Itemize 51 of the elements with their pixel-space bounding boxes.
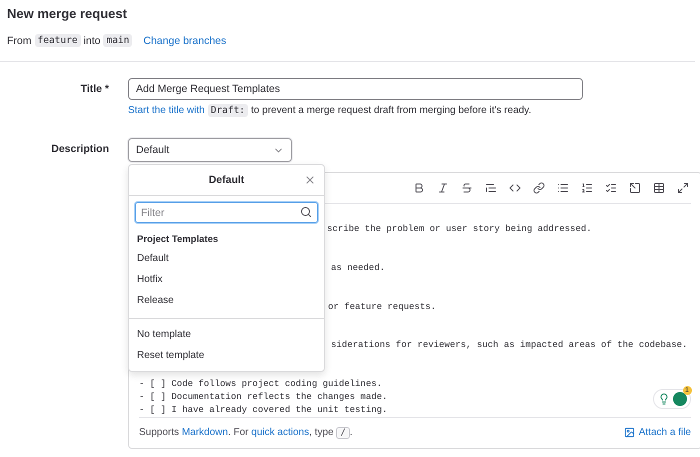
task-list-button[interactable]: [605, 182, 617, 194]
italic-button[interactable]: [437, 182, 449, 194]
filter-field[interactable]: Filter: [135, 202, 318, 223]
editor-line: or feature requests.: [328, 300, 436, 314]
bold-button[interactable]: [413, 182, 425, 194]
quote-button[interactable]: [485, 182, 497, 194]
section-heading: Project Templates: [136, 233, 220, 247]
branch-name: main: [103, 34, 132, 47]
template-item[interactable]: Release: [129, 291, 324, 312]
hint-code: Draft:: [208, 104, 248, 117]
editor-line: - [ ] Documentation reflects the changes made.: [139, 390, 388, 404]
fullscreen-button[interactable]: [677, 182, 689, 194]
attach-file-link[interactable]: Attach a file: [624, 427, 691, 438]
template-action[interactable]: No template: [129, 325, 324, 346]
collapsible-button[interactable]: [629, 182, 641, 194]
editor-line: as needed.: [331, 262, 386, 275]
template-item[interactable]: Hotfix: [129, 270, 324, 291]
key-hint: /: [336, 426, 350, 439]
branch-text: From: [7, 34, 32, 46]
template-select[interactable]: Default: [128, 138, 292, 162]
image-icon: [624, 427, 635, 438]
branch-text: into: [84, 34, 100, 46]
template-item[interactable]: Default: [129, 249, 324, 270]
quick-actions-link[interactable]: quick actions: [251, 427, 310, 438]
footer-text: . For: [228, 427, 250, 438]
strikethrough-button[interactable]: [461, 182, 473, 194]
title-input[interactable]: Add Merge Request Templates: [128, 78, 583, 100]
close-button[interactable]: [304, 174, 316, 186]
field-label: Title *: [80, 82, 109, 95]
branch-name: feature: [34, 34, 81, 47]
footer-text: , type: [309, 427, 335, 438]
page-title: New merge request: [7, 6, 128, 22]
search-icon: [300, 206, 312, 218]
editor-line: scribe the problem or user story being addressed.: [327, 223, 592, 236]
footer-text: .: [350, 427, 353, 438]
editor-line: - [ ] Code follows project coding guidelines.: [139, 378, 382, 391]
hint-link[interactable]: Start the title with: [128, 105, 205, 116]
numbered-list-button[interactable]: [581, 182, 593, 194]
template-action[interactable]: Reset template: [129, 346, 324, 367]
link-button[interactable]: [533, 182, 545, 194]
field-label: Description: [50, 142, 109, 155]
code-button[interactable]: [509, 182, 521, 194]
table-button[interactable]: [653, 182, 665, 194]
footer-text: Supports: [139, 427, 180, 438]
markdown-link[interactable]: Markdown: [182, 427, 228, 438]
editor-line: - [ ] I have already covered the unit testing.: [139, 404, 388, 417]
change-branches-link[interactable]: Change branches: [143, 34, 226, 46]
editor-line: siderations for reviewers, such as impacted areas of the codebase.: [331, 339, 688, 352]
lightbulb-icon: [658, 393, 670, 405]
dropdown-title: Default: [208, 174, 244, 186]
hint-text: to prevent a merge request draft from merging before it's ready.: [251, 105, 532, 116]
